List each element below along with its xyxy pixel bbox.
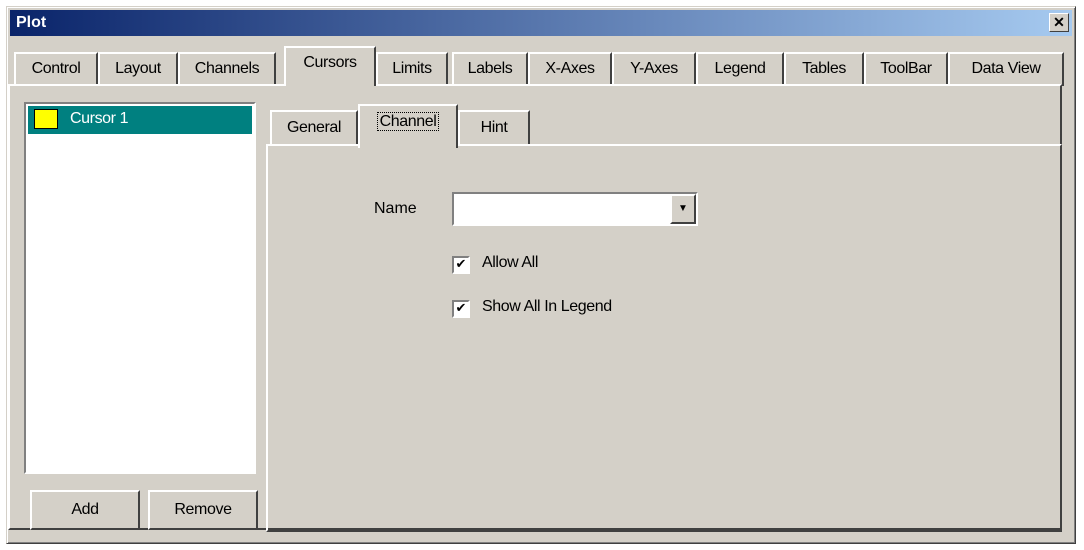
subtab-label: Hint xyxy=(480,119,508,136)
tab-data-view[interactable]: Data View xyxy=(948,52,1064,86)
close-icon: ✕ xyxy=(1053,14,1065,30)
checkmark-icon: ✔ xyxy=(455,257,467,272)
name-label: Name xyxy=(374,200,417,217)
tab-label: ToolBar xyxy=(880,60,932,77)
add-button[interactable]: Add xyxy=(30,490,140,530)
subtab-hint[interactable]: Hint xyxy=(458,110,530,146)
tab-control[interactable]: Control xyxy=(14,52,98,86)
tab-channels[interactable]: Channels xyxy=(178,52,276,86)
tab-x-axes[interactable]: X-Axes xyxy=(528,52,612,86)
tab-label: Tables xyxy=(802,60,846,77)
allow-all-label: Allow All xyxy=(482,254,538,271)
tab-label: X-Axes xyxy=(545,60,595,77)
show-all-in-legend-label: Show All In Legend xyxy=(482,298,612,315)
remove-button[interactable]: Remove xyxy=(148,490,258,530)
close-button[interactable]: ✕ xyxy=(1049,13,1069,32)
tab-layout[interactable]: Layout xyxy=(98,52,178,86)
subtab-channel[interactable]: Channel xyxy=(358,104,458,148)
tab-cursors[interactable]: Cursors xyxy=(284,46,376,86)
list-item[interactable]: Cursor 1 xyxy=(28,106,252,134)
tab-tables[interactable]: Tables xyxy=(784,52,864,86)
subtab-label: General xyxy=(286,119,342,136)
cursor-item-label: Cursor 1 xyxy=(70,110,129,127)
title-bar[interactable]: Plot ✕ xyxy=(10,10,1072,36)
cursor-listbox[interactable]: Cursor 1 xyxy=(24,102,256,474)
dropdown-button[interactable]: ▼ xyxy=(670,194,696,224)
window-title: Plot xyxy=(16,14,47,31)
tab-label: Channels xyxy=(194,60,260,77)
tab-y-axes[interactable]: Y-Axes xyxy=(612,52,696,86)
tab-label: Limits xyxy=(392,60,432,77)
subtab-general[interactable]: General xyxy=(270,110,358,146)
tab-limits[interactable]: Limits xyxy=(376,52,448,86)
tab-toolbar[interactable]: ToolBar xyxy=(864,52,948,86)
add-button-label: Add xyxy=(71,501,99,518)
tab-label: Labels xyxy=(467,60,513,77)
tab-label: Data View xyxy=(971,60,1041,77)
subtab-label: Channel xyxy=(376,112,440,131)
name-dropdown[interactable]: ▼ xyxy=(452,192,698,226)
show-all-in-legend-checkbox[interactable]: ✔ xyxy=(452,300,470,318)
tab-label: Control xyxy=(31,60,81,77)
remove-button-label: Remove xyxy=(174,501,232,518)
chevron-down-icon: ▼ xyxy=(678,203,688,214)
tab-label: Y-Axes xyxy=(630,60,678,77)
tab-label: Legend xyxy=(714,60,766,77)
cursor-color-swatch xyxy=(34,109,58,129)
checkmark-icon: ✔ xyxy=(455,301,467,316)
tab-label: Cursors xyxy=(303,54,357,71)
tab-labels[interactable]: Labels xyxy=(452,52,528,86)
tab-label: Layout xyxy=(115,60,161,77)
allow-all-checkbox[interactable]: ✔ xyxy=(452,256,470,274)
tab-legend[interactable]: Legend xyxy=(696,52,784,86)
